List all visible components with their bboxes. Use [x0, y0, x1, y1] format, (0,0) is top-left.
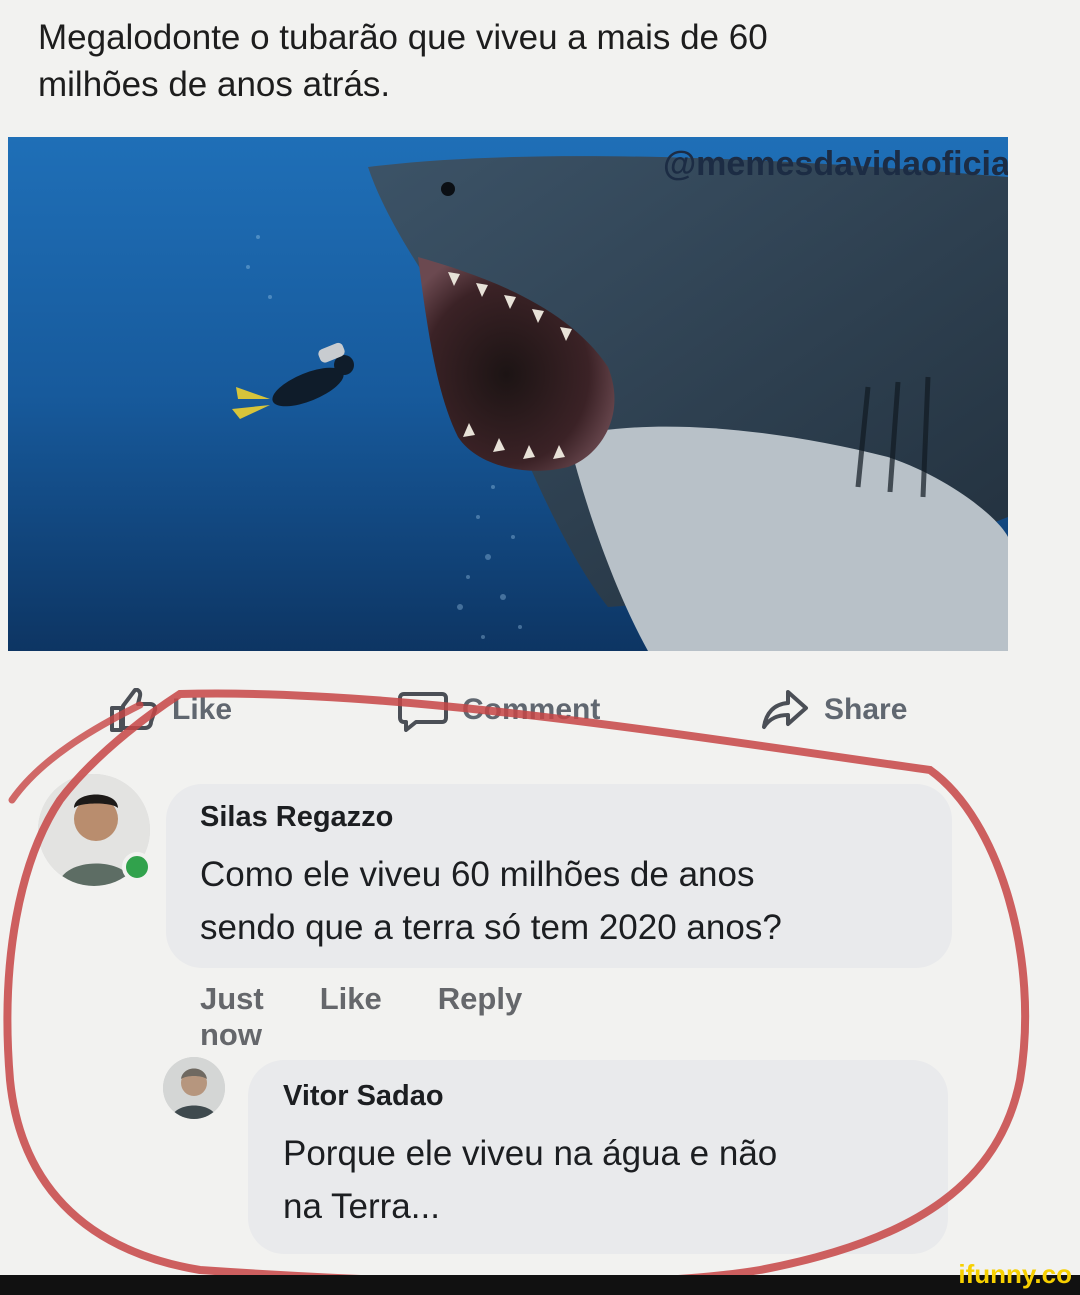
site-logo[interactable]: ifunny.co — [958, 1259, 1072, 1290]
image-watermark: @memesdavidaoficia — [663, 145, 1008, 183]
megalodon-diver-illustration — [8, 137, 1008, 651]
post-caption: Megalodonte o tubarão que viveu a mais d… — [38, 14, 1018, 108]
comment-text-line-2: na Terra... — [283, 1187, 440, 1226]
post-caption-line-1: Megalodonte o tubarão que viveu a mais d… — [38, 18, 768, 57]
comment-text-line-1: Como ele viveu 60 milhões de anos — [200, 855, 755, 894]
post-action-bar: Like Comment Share — [0, 680, 1080, 740]
footer-bar — [0, 1275, 1080, 1295]
avatar[interactable] — [163, 1057, 225, 1119]
post-caption-line-2: milhões de anos atrás. — [38, 65, 391, 104]
comment-author[interactable]: Silas Regazzo — [200, 801, 393, 834]
comment-text: Porque ele viveu na água e não na Terra.… — [283, 1127, 933, 1233]
online-status-indicator — [122, 852, 152, 882]
share-button[interactable]: Share — [760, 680, 907, 740]
comment-meta: Just now Like Reply — [200, 981, 522, 1053]
post-image[interactable]: @memesdavidaoficia — [8, 137, 1008, 651]
comment-reply-link[interactable]: Reply — [438, 981, 522, 1053]
comment-text-line-2: sendo que a terra só tem 2020 anos? — [200, 908, 782, 947]
share-arrow-icon — [760, 688, 810, 732]
comment-button[interactable]: Comment — [398, 680, 600, 740]
comment-text: Como ele viveu 60 milhões de anos sendo … — [200, 848, 940, 954]
like-button[interactable]: Like — [108, 680, 232, 740]
speech-bubble-icon — [398, 688, 448, 732]
comment-author[interactable]: Vitor Sadao — [283, 1080, 444, 1113]
thumbs-up-icon — [108, 688, 158, 732]
comment-text-line-1: Porque ele viveu na água e não — [283, 1134, 778, 1173]
like-label: Like — [172, 693, 233, 726]
share-label: Share — [824, 693, 908, 726]
comment-timestamp: Just now — [200, 981, 264, 1052]
comment-like-link[interactable]: Like — [320, 981, 382, 1053]
comment-label: Comment — [462, 693, 601, 726]
